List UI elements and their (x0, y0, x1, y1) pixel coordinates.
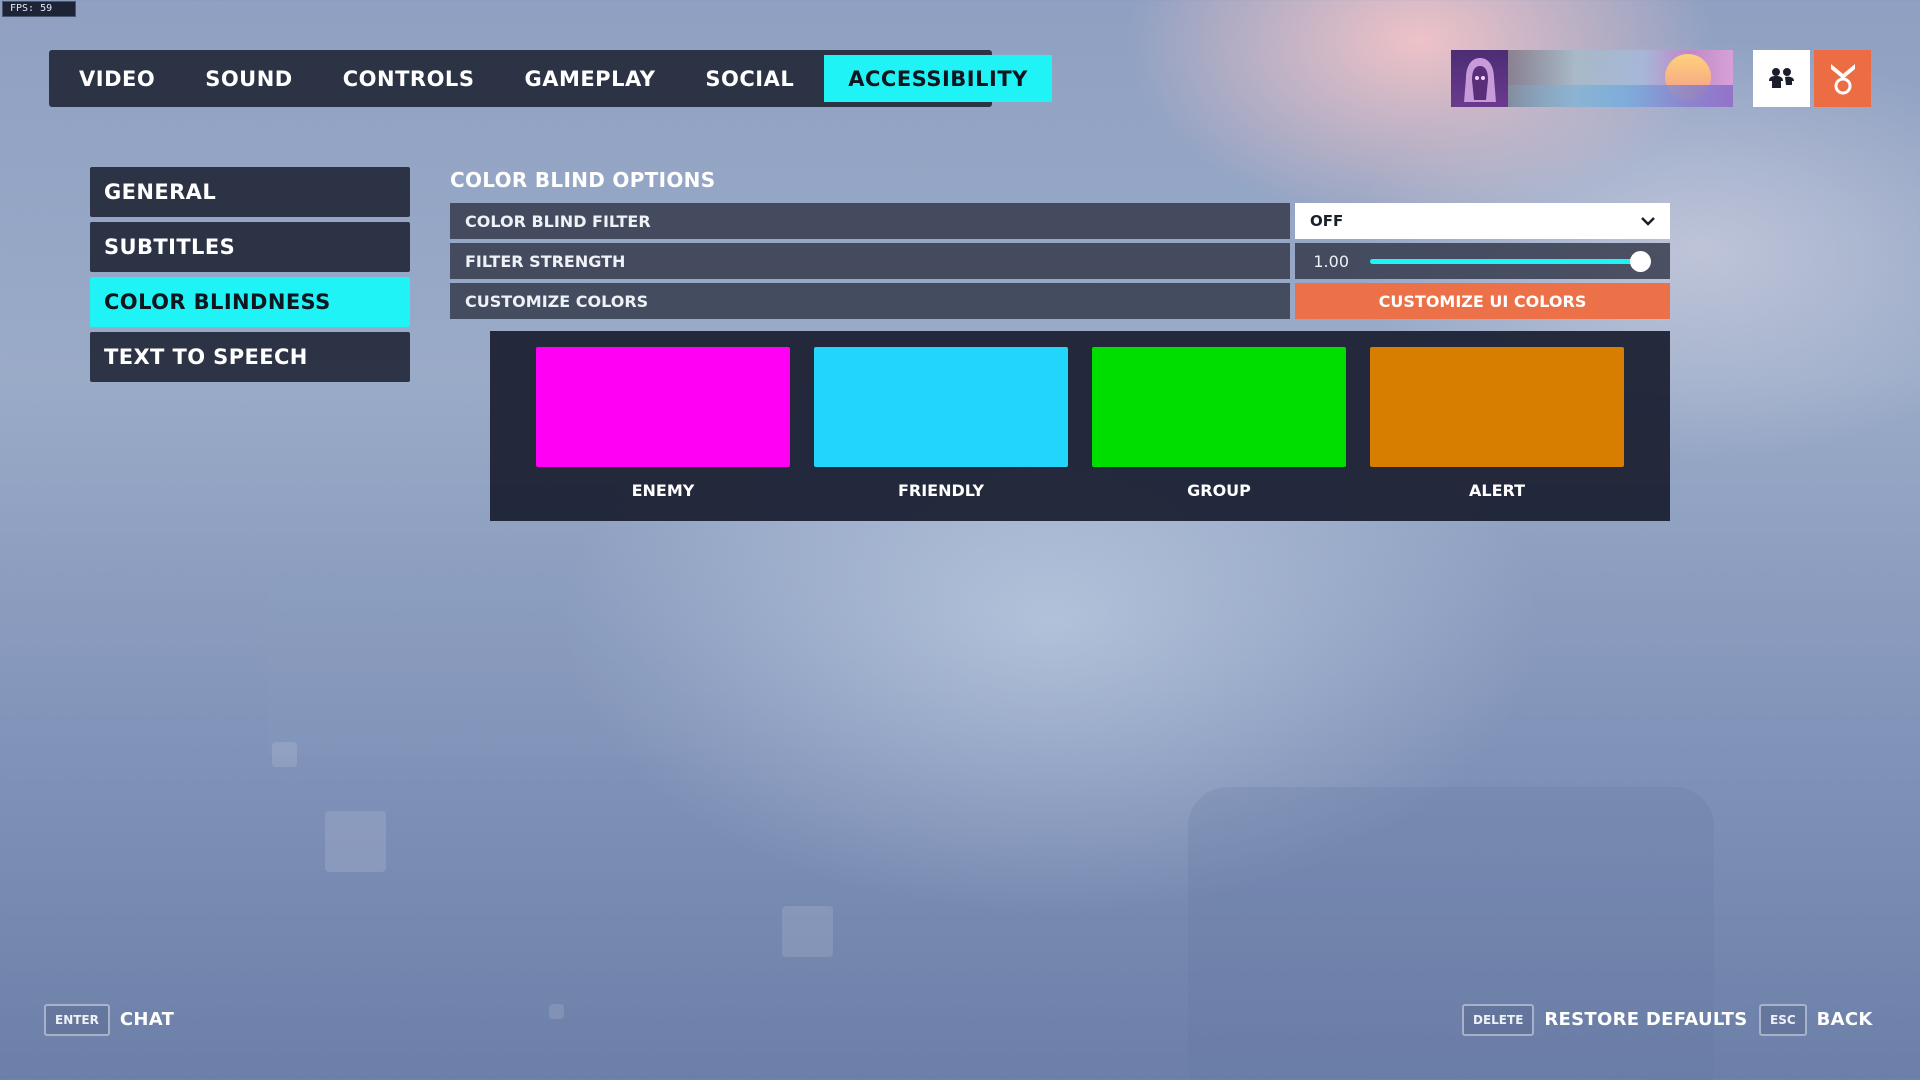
tab-sound[interactable]: SOUND (180, 55, 318, 102)
back-label: BACK (1816, 1009, 1873, 1030)
swatch-label: FRIENDLY (897, 481, 985, 500)
color-swatch-panel: ENEMY FRIENDLY GROUP ALERT (490, 331, 1670, 521)
swatch-label: ENEMY (631, 481, 695, 500)
slider-value: 1.00 (1313, 251, 1349, 271)
rank-icon (1830, 63, 1855, 94)
color-blind-filter-row: COLOR BLIND FILTER OFF (450, 203, 1670, 239)
enter-key[interactable]: ENTER (44, 1003, 110, 1036)
player-banner (1508, 50, 1733, 107)
background-shape (549, 1004, 564, 1019)
submenu-general[interactable]: GENERAL (90, 167, 410, 217)
restore-defaults-label: RESTORE DEFAULTS (1544, 1009, 1748, 1030)
hero-portrait-icon (1463, 57, 1496, 102)
submenu-subtitles[interactable]: SUBTITLES (90, 222, 410, 272)
tab-accessibility[interactable]: ACCESSIBILITY (824, 55, 1052, 102)
back-hint[interactable]: ESC BACK (1759, 1003, 1873, 1036)
player-profile[interactable] (1451, 50, 1733, 107)
social-button[interactable] (1753, 50, 1810, 107)
group-color-swatch (1092, 347, 1346, 467)
setting-label: COLOR BLIND FILTER (450, 203, 1290, 239)
esc-key[interactable]: ESC (1759, 1003, 1807, 1036)
setting-label: FILTER STRENGTH (450, 243, 1290, 279)
alert-color-swatch (1370, 347, 1624, 467)
submenu-color-blindness[interactable]: COLOR BLINDNESS (90, 277, 410, 327)
color-blind-filter-dropdown[interactable]: OFF (1295, 203, 1670, 239)
background-shape (325, 811, 386, 872)
submenu-text-to-speech[interactable]: TEXT TO SPEECH (90, 332, 410, 382)
chat-hint[interactable]: ENTER CHAT (44, 1003, 174, 1036)
customize-colors-row: CUSTOMIZE COLORS CUSTOMIZE UI COLORS (450, 283, 1670, 319)
slider-fill (1370, 259, 1640, 264)
filter-strength-slider[interactable]: 1.00 (1295, 243, 1670, 279)
dropdown-value: OFF (1310, 212, 1344, 230)
avatar (1451, 50, 1508, 107)
swatch-label: GROUP (1187, 481, 1251, 500)
chat-label: CHAT (119, 1009, 175, 1030)
friendly-color-swatch (814, 347, 1068, 467)
background-shape (782, 906, 833, 957)
background-shape (268, 500, 678, 755)
filter-strength-row: FILTER STRENGTH 1.00 (450, 243, 1670, 279)
social-icon (1768, 67, 1794, 88)
slider-handle[interactable] (1630, 251, 1651, 272)
slider-track[interactable] (1370, 251, 1651, 272)
accessibility-submenu: GENERAL SUBTITLES COLOR BLINDNESS TEXT T… (90, 167, 410, 387)
tab-controls[interactable]: CONTROLS (318, 55, 500, 102)
customize-ui-colors-button[interactable]: CUSTOMIZE UI COLORS (1295, 283, 1670, 319)
settings-tab-bar: VIDEO SOUND CONTROLS GAMEPLAY SOCIAL ACC… (49, 50, 1052, 107)
swatch-label: ALERT (1468, 481, 1526, 500)
restore-defaults-hint[interactable]: DELETE RESTORE DEFAULTS (1462, 1003, 1748, 1036)
fps-counter: FPS: 59 (2, 1, 76, 17)
tab-social[interactable]: SOCIAL (680, 55, 819, 102)
delete-key[interactable]: DELETE (1462, 1003, 1535, 1036)
tab-gameplay[interactable]: GAMEPLAY (499, 55, 680, 102)
setting-label: CUSTOMIZE COLORS (450, 283, 1290, 319)
rank-button[interactable] (1814, 50, 1871, 107)
enemy-color-swatch (536, 347, 790, 467)
chevron-down-icon (1641, 217, 1655, 226)
background-shape (272, 742, 297, 767)
background-shape (1188, 787, 1714, 1080)
tab-video[interactable]: VIDEO (49, 55, 180, 102)
section-title: COLOR BLIND OPTIONS (450, 168, 716, 192)
